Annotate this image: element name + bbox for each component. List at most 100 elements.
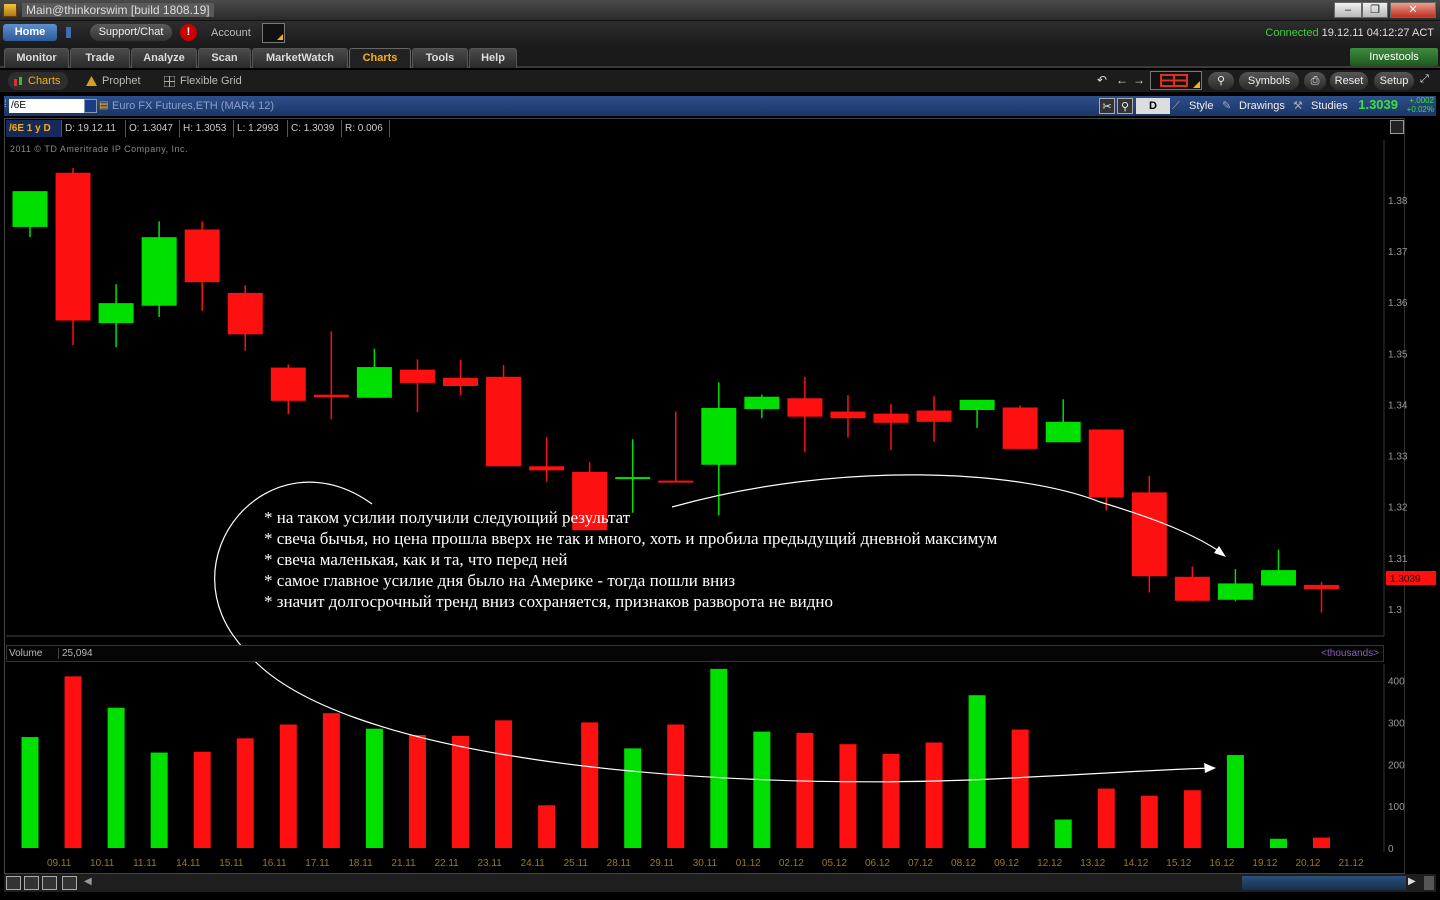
zoom-out-icon[interactable]: [42, 876, 57, 890]
volume-bar: [322, 713, 340, 848]
volume-tick-label: 0: [1388, 844, 1394, 855]
volume-units: <thousands>: [1321, 648, 1379, 659]
price-tick-label: 1.35: [1388, 349, 1408, 360]
scrollbar-thumb[interactable]: [1242, 876, 1406, 890]
date-label: 12.12: [1037, 858, 1062, 869]
candle-body: [1260, 570, 1296, 586]
volume-bar: [1140, 795, 1158, 848]
candle-body: [55, 172, 91, 321]
candle-body: [615, 477, 651, 480]
volume-bar: [1313, 837, 1330, 848]
zoom-in-icon[interactable]: [24, 876, 39, 890]
date-label: 05.12: [822, 858, 847, 869]
date-label: 16.12: [1209, 858, 1234, 869]
chart-canvas: 1.38 1.37 1.36 1.35 1.34 1.33 1.32 1.31 1.3 400 3…: [6, 140, 1436, 869]
price-axis-ticks: 1.38 1.37 1.36 1.35 1.34 1.33 1.32 1.31 1.3: [1388, 196, 1408, 616]
volume-bar: [236, 738, 254, 848]
date-label: 25.11: [564, 858, 589, 869]
candle-body: [830, 411, 866, 419]
candle-body: [529, 466, 565, 471]
volume-bar: [64, 676, 82, 848]
candle-body: [916, 410, 952, 422]
annotation-line: * свеча маленькая, как и та, что перед н…: [264, 550, 568, 569]
date-label: 21.11: [391, 858, 416, 869]
date-label: 29.11: [650, 858, 675, 869]
date-label: 14.12: [1123, 858, 1148, 869]
price-tick-label: 1.38: [1388, 196, 1408, 207]
date-label: 19.12: [1252, 858, 1277, 869]
volume-bar: [452, 735, 469, 848]
candle-body: [1131, 492, 1167, 577]
candle-body: [1002, 407, 1038, 449]
date-label: 09.12: [994, 858, 1019, 869]
candle-body: [313, 394, 349, 398]
date-label: 07.12: [908, 858, 933, 869]
volume-bar: [839, 744, 857, 848]
volume-bar: [882, 753, 900, 848]
volume-tick-label: 200: [1388, 760, 1405, 771]
date-axis-labels: 09.11 10.11 11.11 14.11 15.11 16.11 17.11 18.11…: [47, 858, 1364, 869]
expand-icon[interactable]: [1424, 876, 1434, 890]
candle-body: [486, 376, 522, 467]
volume-bar: [1183, 790, 1201, 848]
annotation-line: * свеча бычья, но цена прошла вверх не т…: [264, 529, 998, 548]
candle-body: [701, 407, 737, 465]
price-tick-label: 1.34: [1388, 400, 1408, 411]
date-label: 17.11: [305, 858, 330, 869]
date-label: 13.12: [1080, 858, 1105, 869]
candle-body: [98, 303, 134, 324]
price-tick-label: 1.36: [1388, 298, 1408, 309]
candle-body: [744, 396, 780, 410]
volume-bar: [1097, 788, 1115, 848]
scroll-left-icon[interactable]: ◀: [84, 876, 92, 887]
date-label: 30.11: [693, 858, 718, 869]
annotation-line: * самое главное усилие дня было на Амери…: [264, 571, 736, 590]
volume-bar: [365, 728, 383, 848]
volume-bar: [581, 722, 599, 848]
volume-bar: [968, 695, 986, 848]
volume-bar: [1269, 838, 1287, 848]
date-label: 21.12: [1339, 858, 1364, 869]
price-tick-label: 1.3: [1388, 605, 1402, 616]
volume-bar: [538, 805, 556, 848]
volume-bar: [150, 752, 168, 848]
volume-bar: [21, 737, 39, 848]
volume-bar: [495, 720, 513, 848]
scroll-right-icon[interactable]: ▶: [1408, 876, 1416, 887]
volume-bar: [1011, 729, 1029, 848]
candle-body: [1174, 576, 1210, 601]
volume-bar: [193, 751, 211, 848]
date-label: 20.12: [1295, 858, 1320, 869]
date-label: 15.12: [1166, 858, 1191, 869]
date-label: 15.11: [219, 858, 244, 869]
volume-bar: [624, 748, 642, 848]
candle-body: [1304, 584, 1339, 590]
pan-icon[interactable]: [62, 876, 77, 890]
date-label: 06.12: [865, 858, 890, 869]
volume-header: Volume 25,094 <thousands>: [6, 645, 1384, 662]
price-tick-label: 1.33: [1388, 452, 1408, 463]
volume-bar: [107, 707, 125, 848]
candle-body: [270, 367, 306, 401]
candle-body: [959, 399, 995, 411]
chart-bottombar: ◀ ▶: [4, 874, 1436, 892]
date-label: 22.11: [434, 858, 459, 869]
date-label: 23.11: [478, 858, 503, 869]
date-label: 18.11: [348, 858, 373, 869]
volume-axis-ticks: 400 300 200 100 0: [1388, 677, 1405, 855]
candle-body: [873, 413, 909, 423]
candle-body: [658, 480, 694, 483]
volume-bar: [279, 724, 297, 848]
volume-bar: [667, 724, 685, 848]
grid-layout-icon[interactable]: [6, 876, 21, 890]
date-label: 08.12: [951, 858, 976, 869]
date-label: 14.11: [176, 858, 201, 869]
date-label: 10.11: [90, 858, 115, 869]
date-label: 24.11: [521, 858, 546, 869]
candle-body: [443, 377, 478, 386]
candle-body: [184, 229, 220, 283]
volume-bar: [408, 734, 426, 848]
candle-body: [141, 237, 177, 306]
volume-bar: [1226, 755, 1244, 848]
volume-bar: [796, 732, 814, 848]
